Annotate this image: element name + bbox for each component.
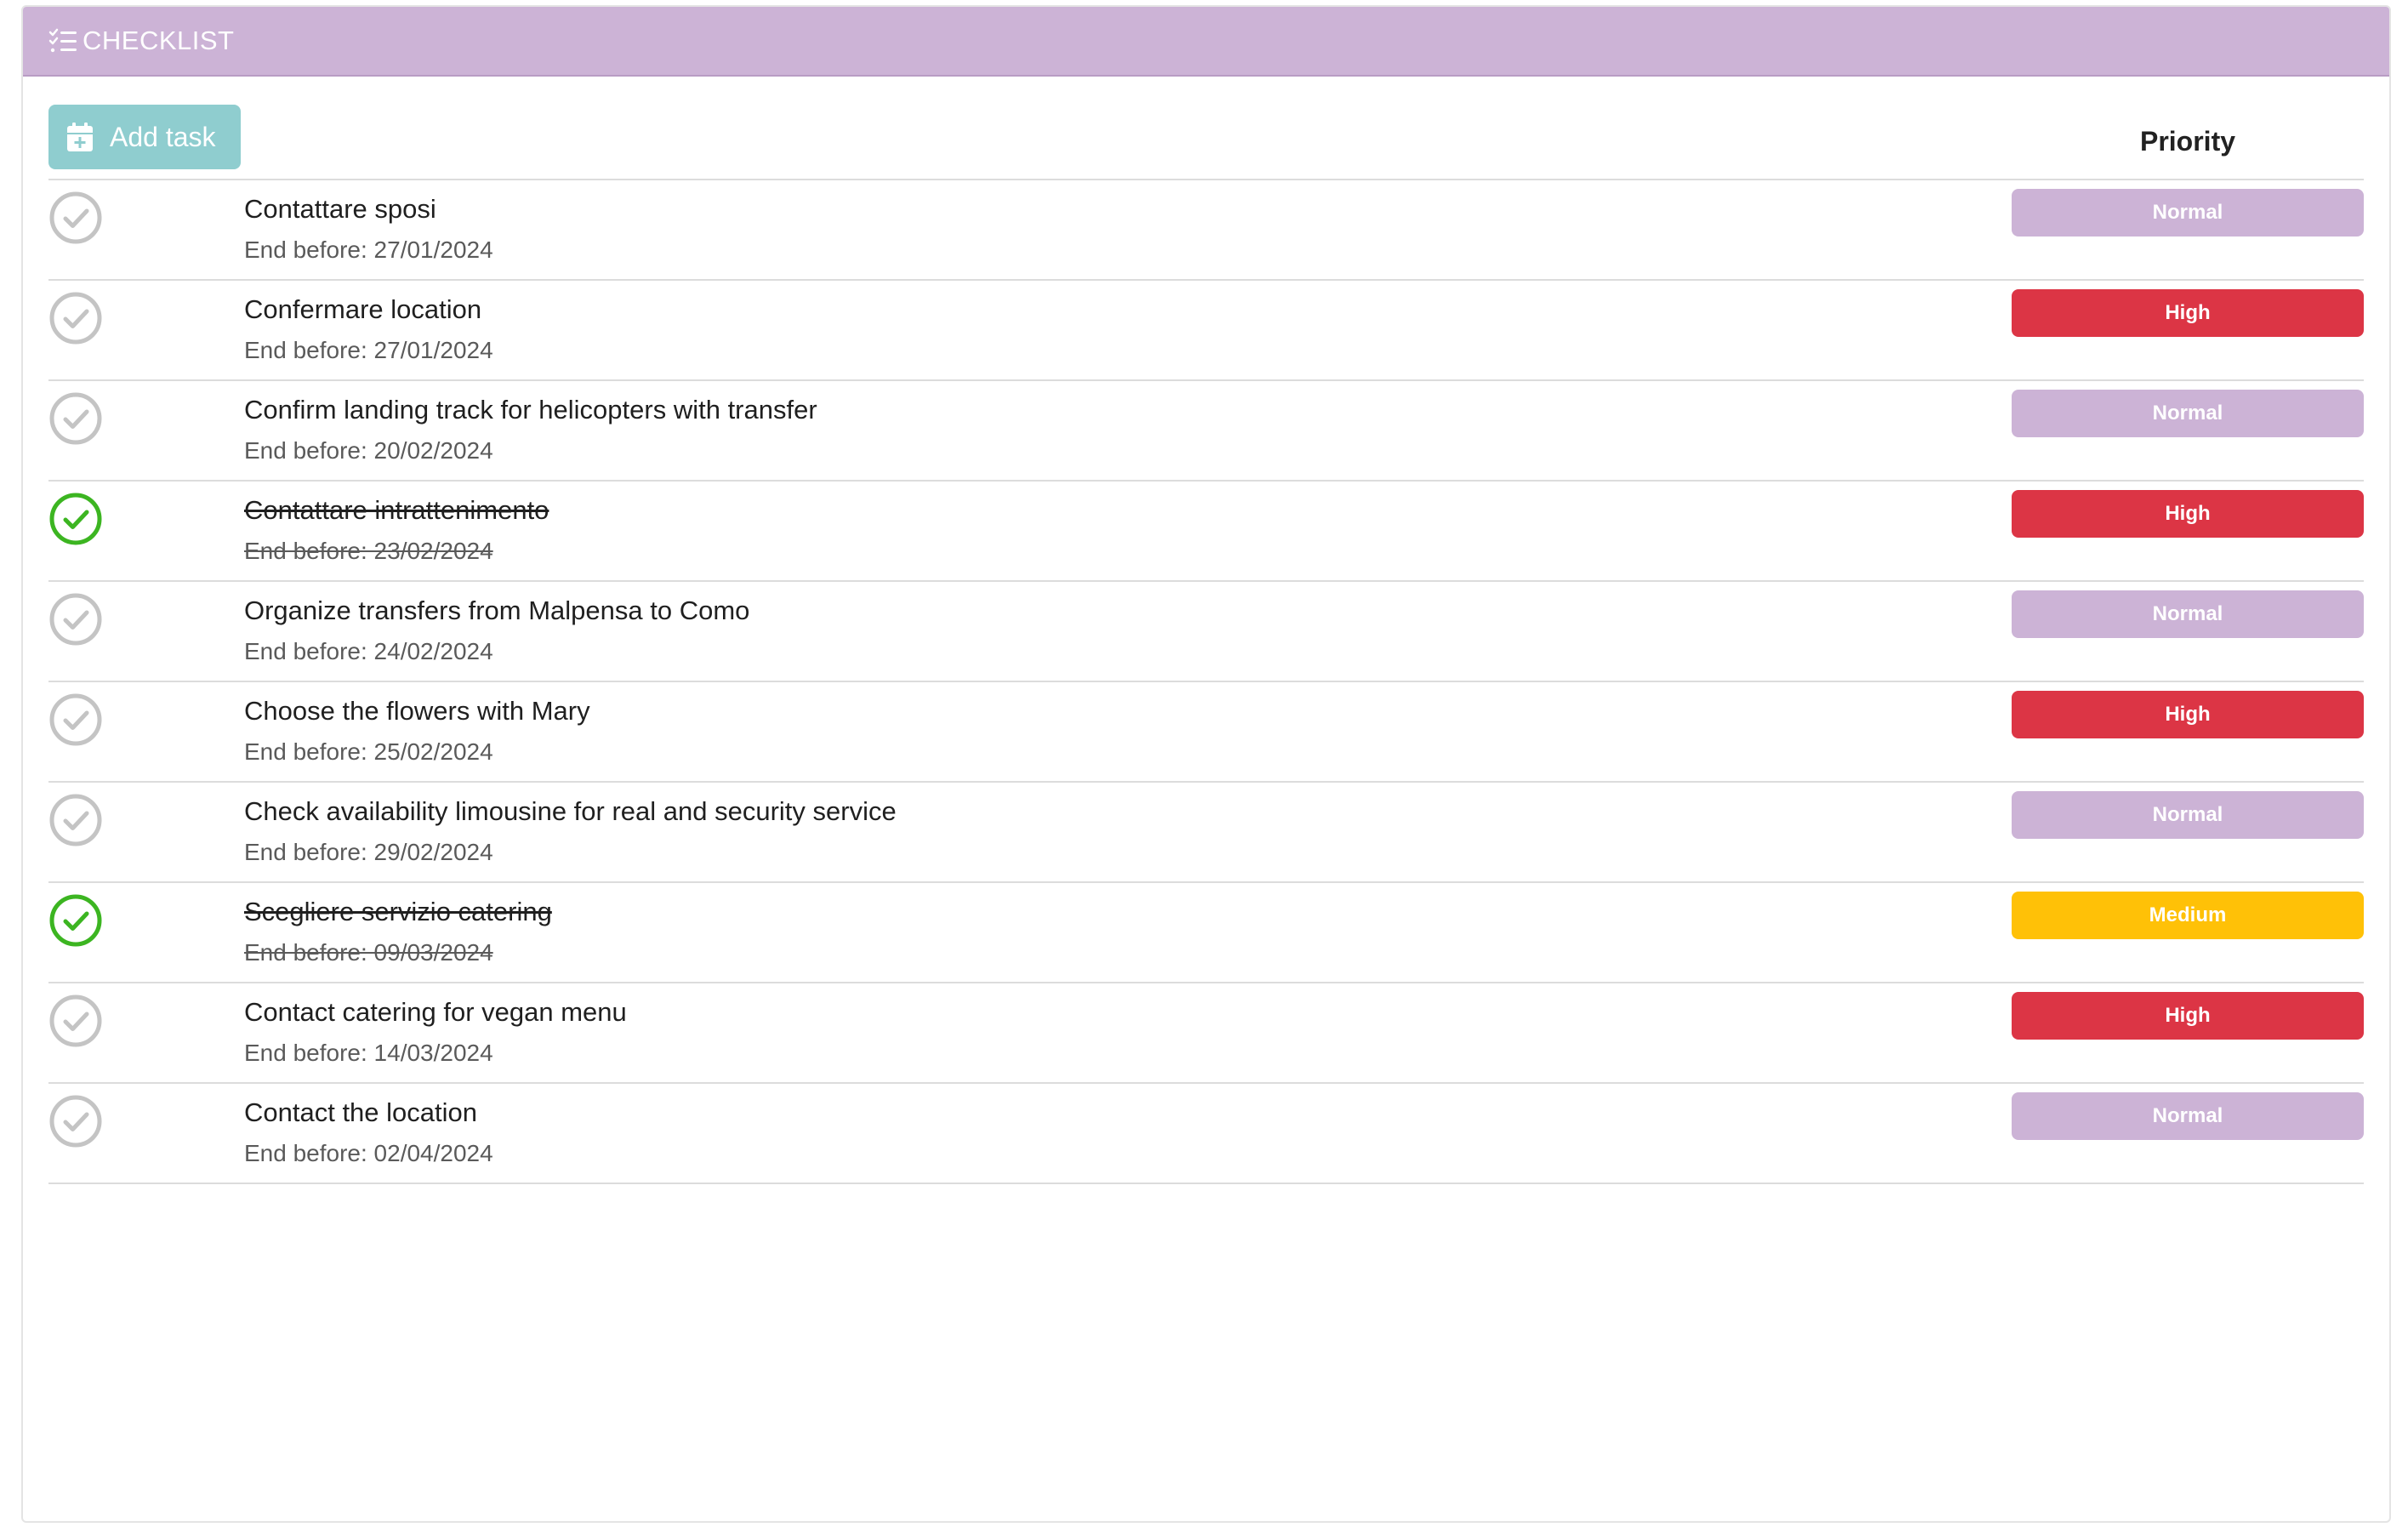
task-row: Scegliere servizio catering End before: 0…: [48, 883, 2364, 983]
priority-badge: Normal: [2012, 791, 2364, 839]
priority-badge: Normal: [2012, 1092, 2364, 1140]
task-title: Choose the flowers with Mary: [244, 696, 590, 726]
checklist-card: CHECKLIST Add task Priority Contattare s…: [21, 5, 2391, 1523]
task-title: Organize transfers from Malpensa to Como: [244, 596, 750, 625]
priority-badge: High: [2012, 289, 2364, 337]
add-task-button[interactable]: Add task: [48, 105, 241, 169]
task-row: Contact the location End before: 02/04/20…: [48, 1084, 2364, 1184]
check-circle-icon[interactable]: [48, 391, 103, 446]
priority-badge: Medium: [2012, 892, 2364, 939]
task-row: Contattare sposi End before: 27/01/2024 No…: [48, 180, 2364, 281]
task-due-date: End before: 14/03/2024: [244, 1040, 493, 1066]
check-circle-done-icon[interactable]: [48, 492, 103, 546]
check-circle-icon[interactable]: [48, 692, 103, 747]
check-circle-icon[interactable]: [48, 994, 103, 1048]
add-task-label: Add task: [110, 121, 216, 152]
task-title: Scegliere servizio catering: [244, 897, 552, 926]
list-check-icon: [48, 28, 77, 53]
priority-badge: Normal: [2012, 390, 2364, 437]
task-title: Check availability limousine for real an…: [244, 796, 897, 826]
task-row: Confermare location End before: 27/01/202…: [48, 281, 2364, 381]
task-due-date: End before: 27/01/2024: [244, 237, 493, 263]
task-row: Contattare intrattenimento End before: 23…: [48, 482, 2364, 582]
task-title: Confermare location: [244, 294, 482, 324]
calendar-plus-icon: [67, 123, 93, 151]
task-row: Contact catering for vegan menu End befor…: [48, 983, 2364, 1084]
priority-badge: High: [2012, 490, 2364, 538]
check-circle-icon[interactable]: [48, 592, 103, 647]
task-due-date: End before: 27/01/2024: [244, 337, 493, 363]
task-row: Choose the flowers with Mary End before: …: [48, 682, 2364, 783]
checklist-header: CHECKLIST: [23, 7, 2389, 77]
check-circle-icon[interactable]: [48, 191, 103, 245]
check-circle-icon[interactable]: [48, 291, 103, 345]
task-due-date: End before: 23/02/2024: [244, 538, 493, 564]
task-row: Check availability limousine for real an…: [48, 783, 2364, 883]
task-due-date: End before: 25/02/2024: [244, 738, 493, 765]
checklist-toolbar: Add task Priority: [48, 77, 2364, 180]
check-circle-done-icon[interactable]: [48, 893, 103, 948]
task-title: Contact the location: [244, 1097, 478, 1127]
task-row: Confirm landing track for helicopters wi…: [48, 381, 2364, 482]
check-circle-icon[interactable]: [48, 1094, 103, 1148]
priority-badge: High: [2012, 691, 2364, 738]
checklist-title: CHECKLIST: [83, 26, 235, 55]
task-title: Contattare intrattenimento: [244, 495, 549, 525]
task-due-date: End before: 09/03/2024: [244, 939, 493, 966]
task-title: Confirm landing track for helicopters wi…: [244, 395, 817, 425]
task-due-date: End before: 24/02/2024: [244, 638, 493, 664]
priority-badge: Normal: [2012, 189, 2364, 237]
check-circle-icon[interactable]: [48, 793, 103, 847]
task-title: Contact catering for vegan menu: [244, 997, 627, 1027]
task-due-date: End before: 29/02/2024: [244, 839, 493, 865]
task-list: Contattare sposi End before: 27/01/2024 No…: [48, 180, 2364, 1184]
task-row: Organize transfers from Malpensa to Como…: [48, 582, 2364, 682]
task-due-date: End before: 02/04/2024: [244, 1140, 493, 1166]
priority-column-header: Priority: [2139, 126, 2236, 157]
priority-badge: High: [2012, 992, 2364, 1040]
task-due-date: End before: 20/02/2024: [244, 437, 493, 464]
checklist-body: Add task Priority Contattare sposi End be…: [23, 77, 2389, 1184]
priority-badge: Normal: [2012, 590, 2364, 638]
task-title: Contattare sposi: [244, 194, 436, 224]
